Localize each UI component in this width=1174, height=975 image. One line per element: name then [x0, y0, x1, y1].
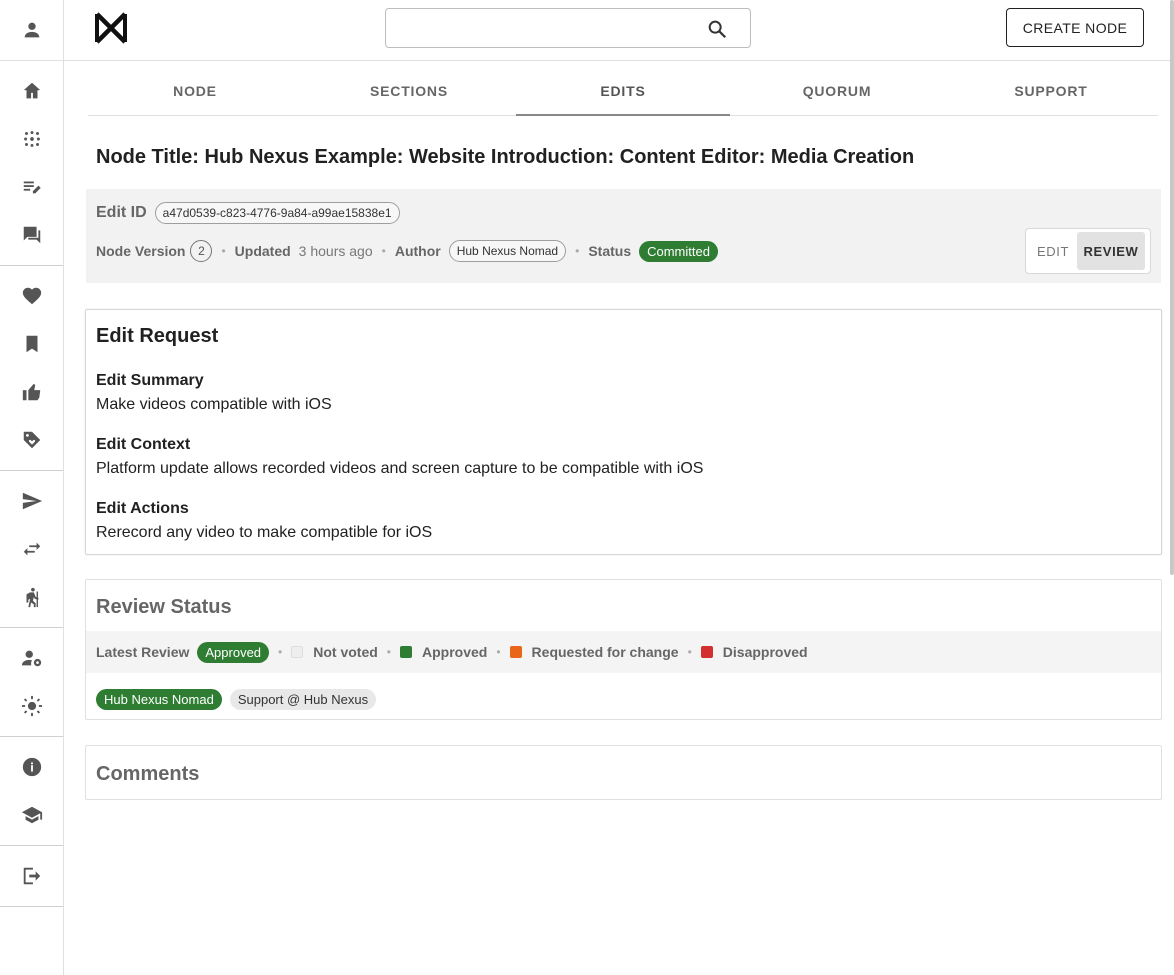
- edit-summary-label: Edit Summary: [96, 372, 204, 389]
- toggle-edit-button[interactable]: EDIT: [1029, 232, 1077, 270]
- separator-dot: •: [381, 244, 386, 258]
- edit-actions-label: Edit Actions: [96, 500, 189, 517]
- sidebar-group-main: [0, 61, 63, 266]
- legend-label: Requested for change: [531, 644, 679, 660]
- node-version-label: Node Version: [96, 243, 186, 259]
- legend-swatch-disapproved: [700, 646, 713, 658]
- legend-label: Approved: [422, 644, 488, 660]
- edit-context-label: Edit Context: [96, 436, 191, 453]
- create-node-button[interactable]: CREATE NODE: [1006, 8, 1144, 47]
- search-icon[interactable]: [706, 18, 728, 40]
- separator-dot: •: [496, 645, 501, 659]
- legend-label: Not voted: [313, 644, 378, 660]
- separator-dot: •: [386, 645, 391, 659]
- sidebar-group-settings: [0, 628, 63, 737]
- top-header: CREATE NODE: [64, 0, 1174, 61]
- legend-not-voted: Not voted: [291, 644, 378, 660]
- edit-id-chip: a47d0539-c823-4776-9a84-a99ae15838e1: [154, 202, 400, 224]
- manage-accounts-icon[interactable]: [0, 634, 63, 682]
- edit-request-card: Edit Request Edit Summary Make videos co…: [85, 309, 1162, 555]
- comments-card: Comments: [85, 745, 1162, 800]
- review-status-title: Review Status: [96, 596, 232, 618]
- tab-sections[interactable]: SECTIONS: [302, 66, 516, 115]
- swap-icon[interactable]: [0, 525, 63, 573]
- hiking-icon[interactable]: [0, 573, 63, 621]
- legend-swatch-not-voted: [291, 646, 304, 658]
- edit-meta-panel: Edit ID a47d0539-c823-4776-9a84-a99ae158…: [86, 189, 1161, 283]
- separator-dot: •: [575, 244, 580, 258]
- updated-label: Updated: [234, 243, 291, 259]
- heart-icon[interactable]: [0, 272, 63, 320]
- page-scrollbar[interactable]: [1170, 0, 1174, 575]
- sidebar: [0, 0, 64, 975]
- sidebar-group-info: [0, 737, 63, 846]
- toggle-review-button[interactable]: REVIEW: [1077, 232, 1145, 270]
- legend-requested-change: Requested for change: [509, 644, 679, 660]
- forum-icon[interactable]: [0, 211, 63, 259]
- sidebar-top: [0, 0, 63, 61]
- legend-approved: Approved: [400, 644, 487, 660]
- info-icon[interactable]: [0, 743, 63, 791]
- logout-icon[interactable]: [0, 852, 63, 900]
- author-label: Author: [394, 243, 441, 259]
- sidebar-group-actions: [0, 471, 63, 628]
- node-version-badge: 2: [190, 240, 213, 262]
- separator-dot: •: [278, 645, 283, 659]
- reviewer-list: Hub Nexus Nomad Support @ Hub Nexus: [96, 689, 377, 710]
- tag-heart-icon[interactable]: [0, 416, 63, 464]
- graph-dots-icon[interactable]: [0, 115, 63, 163]
- latest-review-badge: Approved: [197, 641, 270, 663]
- legend-label: Disapproved: [722, 644, 808, 660]
- edit-id-row: Edit ID a47d0539-c823-4776-9a84-a99ae158…: [96, 202, 400, 224]
- status-label: Status: [588, 243, 632, 259]
- edit-list-icon[interactable]: [0, 163, 63, 211]
- tab-node[interactable]: NODE: [88, 66, 302, 115]
- status-badge: Committed: [639, 240, 718, 262]
- author-chip[interactable]: Hub Nexus Nomad: [448, 240, 567, 262]
- brightness-icon[interactable]: [0, 682, 63, 730]
- send-icon[interactable]: [0, 477, 63, 525]
- review-legend-bar: Latest Review Approved • Not voted • App…: [86, 631, 1161, 673]
- legend-swatch-approved: [400, 646, 412, 658]
- latest-review-label: Latest Review: [96, 644, 190, 660]
- reviewer-chip[interactable]: Support @ Hub Nexus: [229, 689, 377, 710]
- app-logo[interactable]: [94, 12, 128, 44]
- edit-context-text: Platform update allows recorded videos a…: [96, 460, 704, 477]
- reviewer-chip[interactable]: Hub Nexus Nomad: [96, 689, 222, 710]
- bookmark-icon[interactable]: [0, 320, 63, 368]
- edit-review-toggle: EDIT REVIEW: [1025, 228, 1151, 274]
- edit-summary-text: Make videos compatible with iOS: [96, 396, 332, 413]
- review-status-card: Review Status Latest Review Approved • N…: [85, 579, 1162, 720]
- separator-dot: •: [687, 645, 692, 659]
- search-input[interactable]: [386, 9, 696, 47]
- page-title: Node Title: Hub Nexus Example: Website I…: [96, 146, 915, 168]
- edit-request-title: Edit Request: [96, 325, 219, 347]
- edit-meta-row: Node Version 2 • Updated 3 hours ago • A…: [96, 240, 718, 262]
- thumb-up-icon[interactable]: [0, 368, 63, 416]
- comments-title: Comments: [96, 763, 200, 785]
- search-box: [385, 8, 751, 48]
- home-icon[interactable]: [0, 67, 63, 115]
- tab-quorum[interactable]: QUORUM: [730, 66, 944, 115]
- tab-edits[interactable]: EDITS: [516, 66, 730, 116]
- sidebar-group-logout: [0, 846, 63, 907]
- sidebar-group-social: [0, 266, 63, 471]
- school-icon[interactable]: [0, 791, 63, 839]
- edit-actions-text: Rerecord any video to make compatible fo…: [96, 524, 433, 541]
- person-icon[interactable]: [21, 6, 43, 54]
- node-tabs: NODE SECTIONS EDITS QUORUM SUPPORT: [88, 66, 1158, 116]
- edit-id-label: Edit ID: [96, 204, 147, 221]
- separator-dot: •: [221, 244, 226, 258]
- updated-value: 3 hours ago: [298, 243, 373, 259]
- legend-disapproved: Disapproved: [700, 644, 808, 660]
- legend-swatch-requested-change: [509, 646, 522, 658]
- tab-support[interactable]: SUPPORT: [944, 66, 1158, 115]
